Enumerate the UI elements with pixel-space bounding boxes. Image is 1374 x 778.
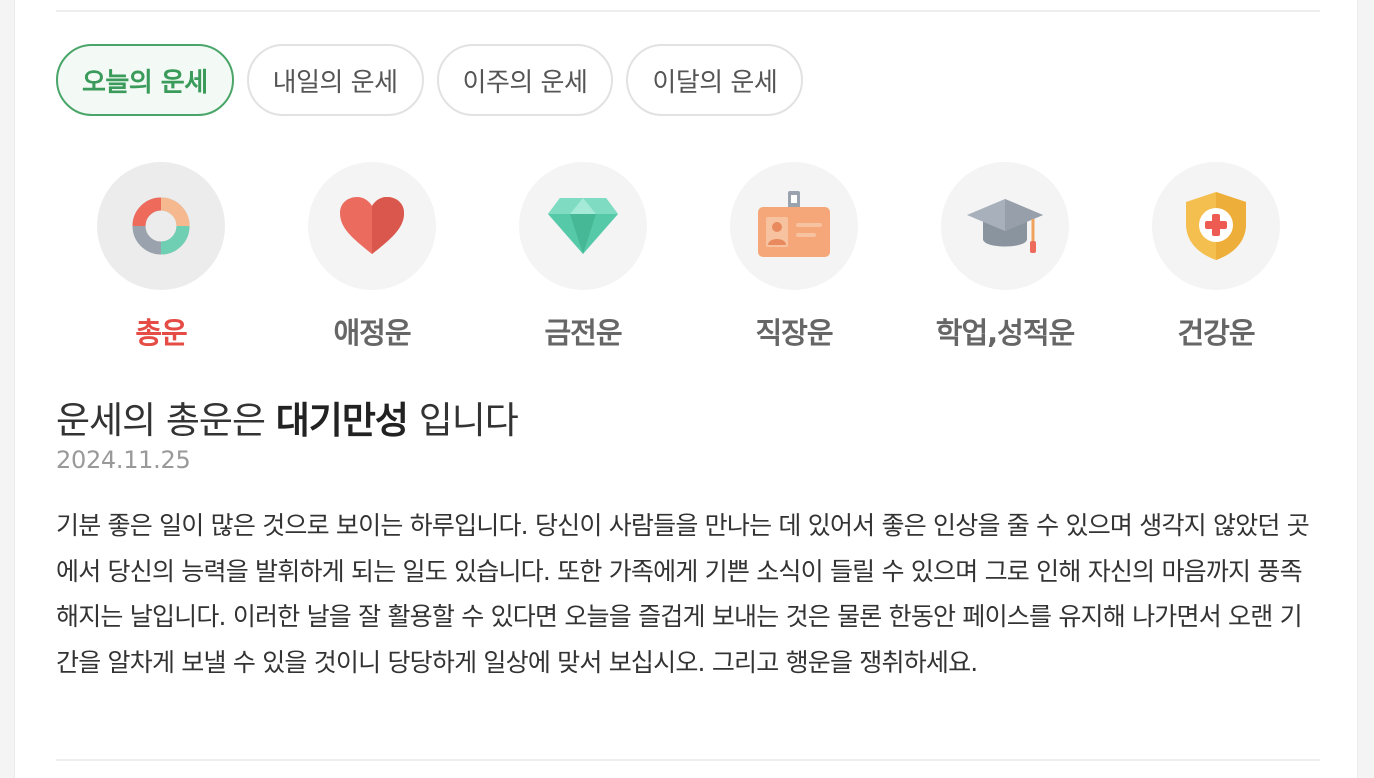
category-icon-circle	[519, 162, 647, 290]
diamond-icon	[548, 198, 618, 254]
category-label: 금전운	[544, 316, 622, 350]
fortune-categories: 총운 애정운 금전운 직장운 학업,성적운 건강운	[96, 162, 1282, 352]
category-label: 애정운	[333, 316, 411, 350]
donut-chart-icon	[132, 197, 190, 255]
category-career[interactable]: 직장운	[729, 162, 859, 352]
category-health[interactable]: 건강운	[1151, 162, 1281, 352]
fortune-keyword: 대기만성	[275, 399, 409, 442]
category-love[interactable]: 애정운	[307, 162, 437, 352]
category-label: 건강운	[1177, 316, 1255, 350]
category-study[interactable]: 학업,성적운	[936, 162, 1075, 352]
fortune-description: 기분 좋은 일이 많은 것으로 보이는 하루입니다. 당신이 사람들을 만나는 …	[56, 511, 1310, 677]
fortune-card: 오늘의 운세 내일의 운세 이주의 운세 이달의 운세 총운 애정운 금전운 직…	[14, 0, 1358, 778]
tab-this-week[interactable]: 이주의 운세	[436, 44, 614, 116]
id-badge-icon	[758, 191, 830, 257]
medical-shield-icon	[1186, 192, 1246, 260]
category-icon-circle	[730, 162, 858, 290]
category-icon-circle	[1152, 162, 1280, 290]
category-label: 총운	[135, 316, 187, 350]
period-tabs: 오늘의 운세 내일의 운세 이주의 운세 이달의 운세	[56, 44, 804, 116]
tab-today[interactable]: 오늘의 운세	[56, 44, 234, 116]
tab-tomorrow[interactable]: 내일의 운세	[246, 44, 424, 116]
heart-icon	[340, 197, 404, 254]
category-money[interactable]: 금전운	[518, 162, 648, 352]
bottom-divider	[56, 759, 1320, 761]
fortune-date: 2024.11.25	[56, 446, 191, 474]
graduation-cap-icon	[967, 199, 1043, 253]
fortune-headline: 운세의 총운은 대기만성 입니다	[56, 390, 519, 444]
category-label: 직장운	[755, 316, 833, 350]
category-label: 학업,성적운	[935, 316, 1075, 350]
headline-prefix: 운세의 총운은	[56, 399, 276, 442]
category-general[interactable]: 총운	[96, 162, 226, 352]
tab-this-month[interactable]: 이달의 운세	[626, 44, 804, 116]
top-divider	[56, 10, 1320, 12]
category-icon-circle	[308, 162, 436, 290]
category-icon-circle	[941, 162, 1069, 290]
category-icon-circle	[97, 162, 225, 290]
headline-suffix: 입니다	[407, 399, 519, 442]
